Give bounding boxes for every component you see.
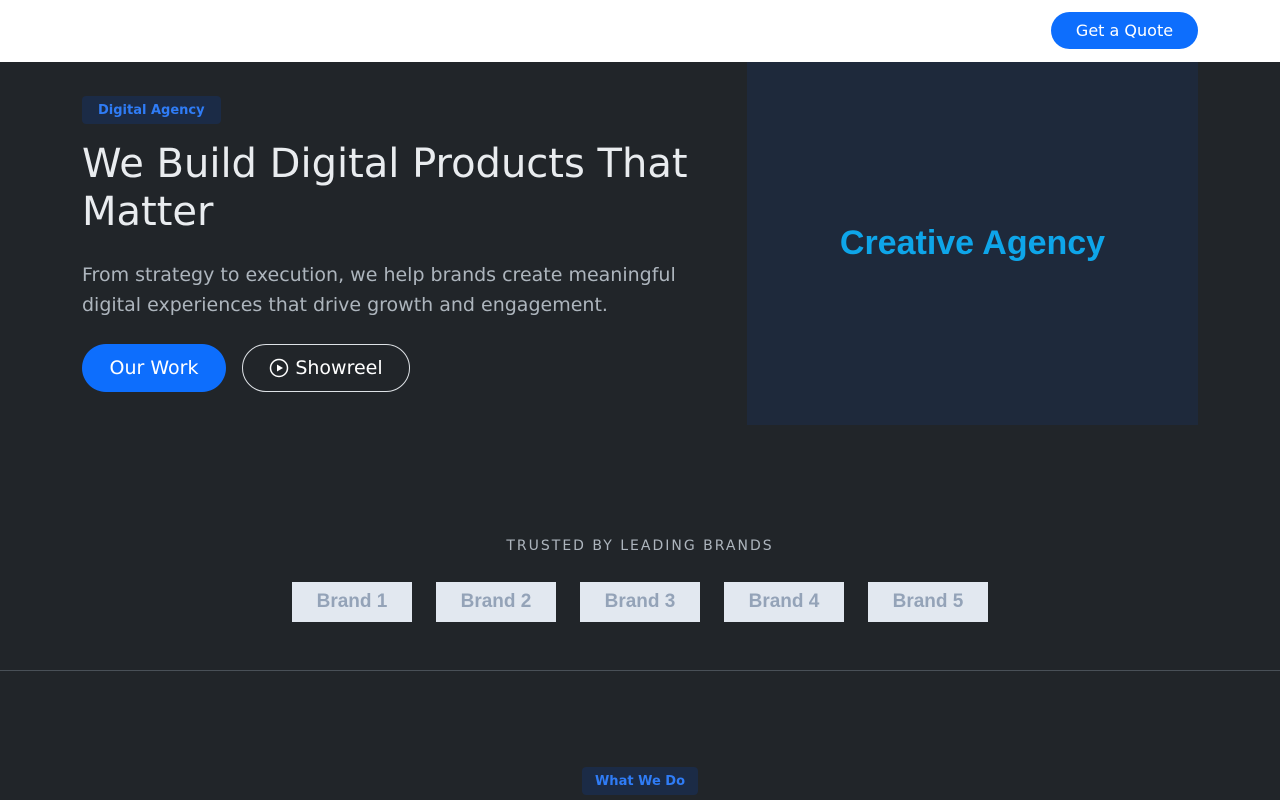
our-work-button[interactable]: Our Work: [82, 344, 226, 392]
brand-logo: Brand 4: [724, 582, 844, 622]
brand-logo: Brand 2: [436, 582, 556, 622]
services-badge: What We Do: [582, 767, 698, 795]
brand-logos: Brand 1 Brand 2 Brand 3 Brand 4 Brand 5: [292, 582, 988, 622]
top-navbar: Get a Quote: [0, 0, 1280, 62]
get-quote-button[interactable]: Get a Quote: [1051, 12, 1198, 49]
showreel-button[interactable]: Showreel: [242, 344, 410, 392]
hero-image-text: Creative Agency: [839, 224, 1106, 262]
brand-logo: Brand 3: [580, 582, 700, 622]
brand-logo: Brand 1: [292, 582, 412, 622]
play-circle-icon: [270, 358, 289, 378]
trusted-title: TRUSTED BY LEADING BRANDS: [506, 538, 774, 554]
brand-logo: Brand 5: [868, 582, 988, 622]
showreel-label: Showreel: [295, 357, 383, 379]
hero-title: We Build Digital Products That Matter: [82, 141, 688, 235]
hero-image: Creative Agency: [747, 62, 1198, 425]
hero-badge: Digital Agency: [82, 96, 221, 124]
section-divider: [0, 670, 1280, 671]
hero-subtitle: From strategy to execution, we help bran…: [82, 264, 676, 316]
